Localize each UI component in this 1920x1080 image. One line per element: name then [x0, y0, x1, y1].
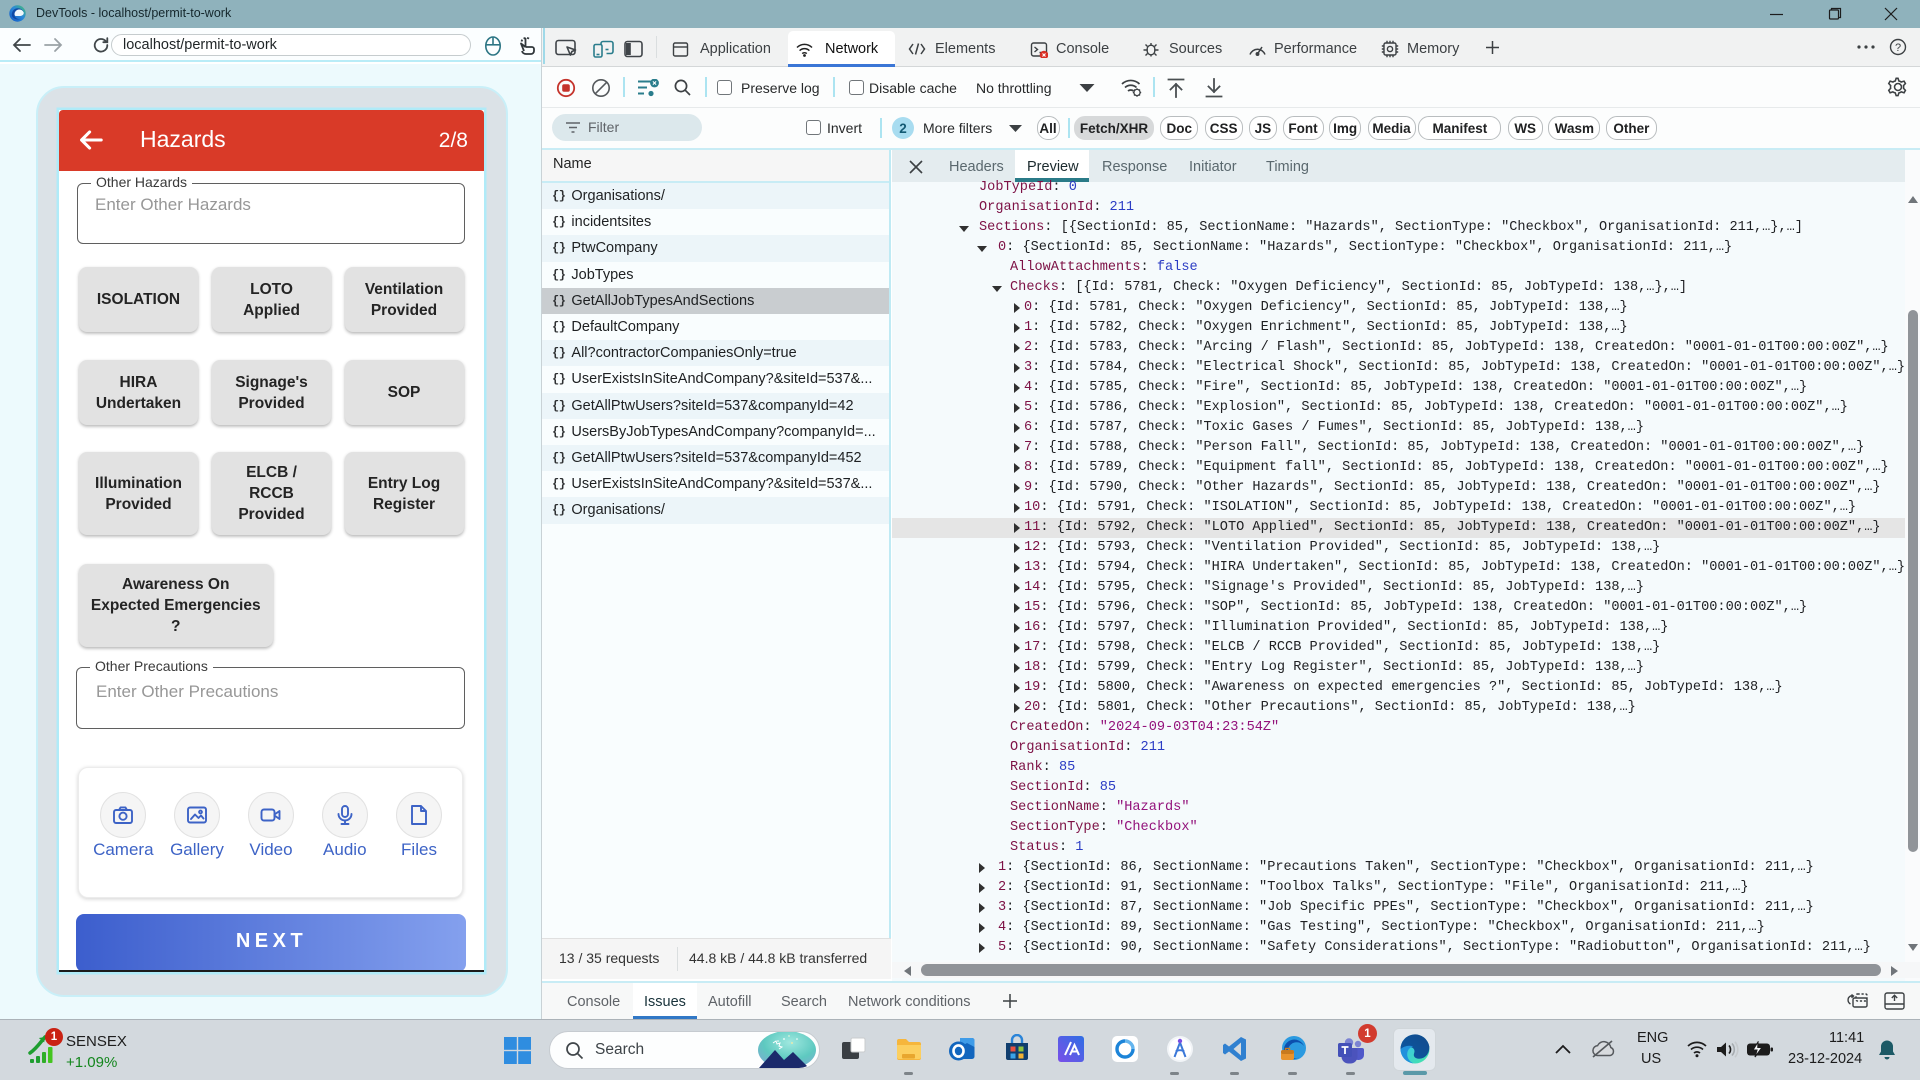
svg-text:?: ?	[1895, 42, 1901, 54]
